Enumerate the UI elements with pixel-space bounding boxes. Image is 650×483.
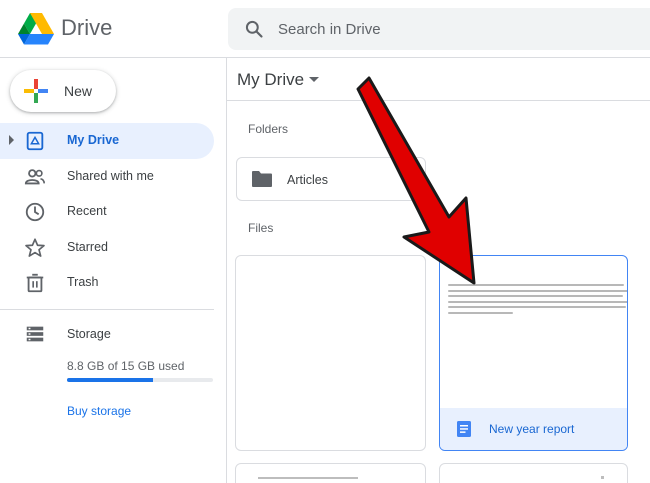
sidebar-item-label: Recent — [67, 204, 107, 218]
sidebar-item-starred[interactable]: Starred — [0, 230, 214, 266]
buy-storage-link[interactable]: Buy storage — [67, 404, 131, 418]
sidebar-item-my-drive[interactable]: My Drive — [0, 123, 214, 159]
file-card-new-year-report[interactable]: New year report — [439, 255, 628, 451]
drive-logo-icon[interactable] — [18, 13, 54, 45]
title-divider — [227, 100, 650, 101]
document-thumbnail — [448, 284, 627, 317]
shared-people-icon — [24, 168, 45, 184]
new-button[interactable]: New — [10, 70, 116, 112]
sidebar-item-label: Starred — [67, 239, 108, 254]
clock-icon — [25, 202, 45, 222]
file-card-partial[interactable] — [235, 463, 426, 483]
trash-icon — [26, 273, 44, 293]
my-drive-icon — [26, 131, 44, 151]
storage-icon — [26, 326, 44, 342]
file-card-partial[interactable] — [439, 463, 628, 483]
file-card-footer: New year report — [440, 408, 627, 450]
app-name: Drive — [61, 15, 113, 40]
storage-used-text: 8.8 GB of 15 GB used — [67, 359, 185, 373]
file-card-blank[interactable] — [235, 255, 426, 451]
search-bar[interactable] — [228, 8, 650, 50]
sidebar-divider — [0, 309, 214, 310]
folder-item-articles[interactable]: Articles — [236, 157, 426, 201]
page-title[interactable]: My Drive — [237, 70, 304, 90]
files-section-label: Files — [248, 221, 274, 235]
folder-name: Articles — [287, 173, 328, 187]
app-header: Drive — [0, 0, 650, 58]
sidebar-item-recent[interactable]: Recent — [0, 194, 214, 230]
storage-progress-fill — [67, 378, 153, 382]
sidebar-item-label: My Drive — [67, 133, 120, 147]
title-dropdown-caret-icon[interactable] — [309, 77, 319, 82]
main-left-border — [226, 58, 227, 483]
expand-caret-icon[interactable] — [9, 135, 14, 145]
search-input[interactable] — [278, 8, 638, 50]
sidebar-item-shared-with-me[interactable]: Shared with me — [0, 159, 214, 195]
storage-progress-bar — [67, 378, 213, 382]
star-icon — [25, 237, 45, 257]
colored-plus-icon — [24, 79, 48, 103]
google-docs-icon — [457, 421, 471, 437]
sidebar-item-label: Trash — [67, 275, 99, 289]
file-name: New year report — [489, 422, 575, 436]
folder-icon — [252, 171, 272, 187]
storage-label[interactable]: Storage — [67, 327, 111, 341]
new-button-label: New — [64, 83, 93, 99]
sidebar-item-label: Shared with me — [67, 168, 154, 183]
folders-section-label: Folders — [248, 122, 289, 136]
sidebar-nav: My Drive Shared with me Recent Starred T… — [0, 123, 214, 301]
search-icon[interactable] — [244, 19, 264, 39]
sidebar-item-trash[interactable]: Trash — [0, 265, 214, 301]
